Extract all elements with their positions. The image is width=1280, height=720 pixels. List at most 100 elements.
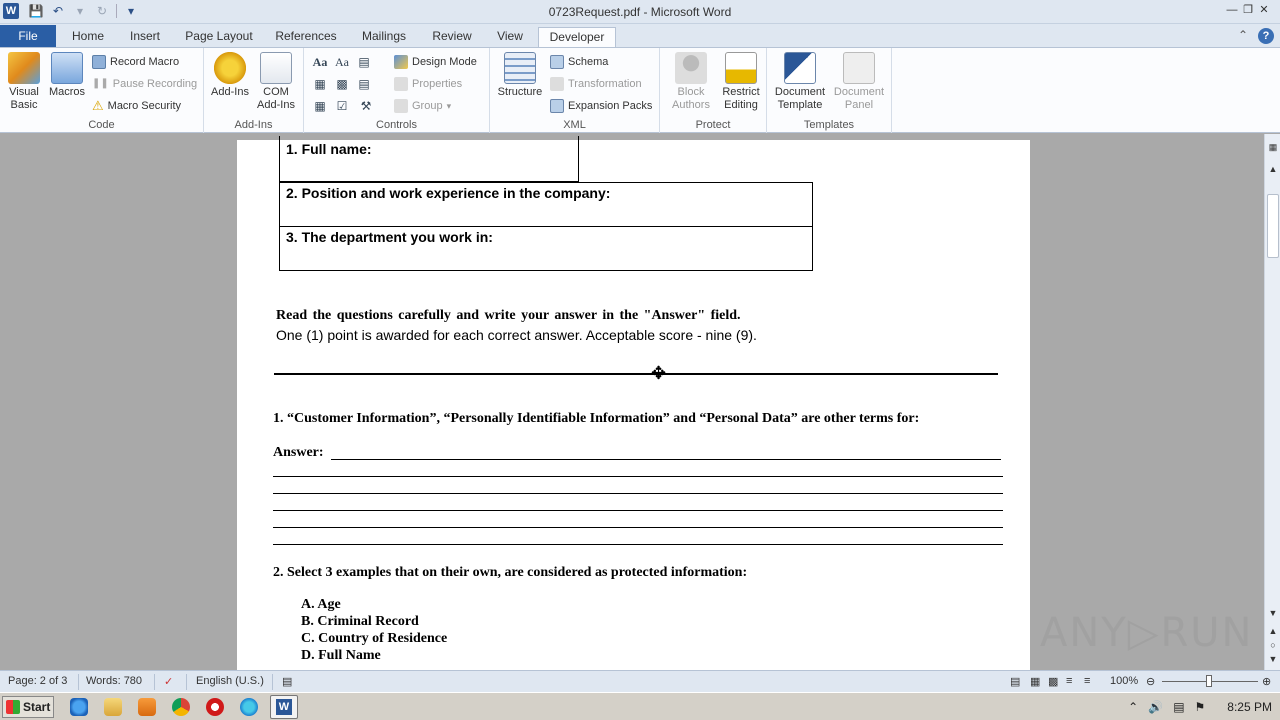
- tab-review[interactable]: Review: [424, 27, 480, 48]
- show-hidden-icons-icon[interactable]: ⌃: [1128, 700, 1138, 714]
- zoom-slider-thumb[interactable]: [1206, 675, 1212, 687]
- answer-line[interactable]: [273, 476, 1003, 477]
- next-page-icon[interactable]: ▼: [1265, 654, 1280, 664]
- internet-explorer-icon[interactable]: [70, 698, 88, 716]
- block-authors-label: Block Authors: [672, 86, 710, 111]
- pause-recording-button[interactable]: ❚❚ Pause Recording: [92, 76, 197, 92]
- draft-icon[interactable]: ≡: [1084, 675, 1090, 687]
- answer-line[interactable]: [331, 459, 1001, 460]
- word-count[interactable]: Words: 780: [86, 675, 142, 687]
- ruler-toggle-icon[interactable]: ▦: [1265, 142, 1280, 153]
- word-taskbar-button[interactable]: W: [270, 695, 298, 719]
- picture-control-icon[interactable]: ▤: [356, 54, 372, 70]
- page-count[interactable]: Page: 2 of 3: [8, 675, 67, 687]
- schema-button[interactable]: Schema: [550, 54, 608, 70]
- option-item[interactable]: A. Age: [301, 597, 341, 613]
- checkbox-control-icon[interactable]: ☑: [334, 98, 350, 114]
- close-icon[interactable]: ✕: [1256, 2, 1272, 18]
- word-logo-icon[interactable]: W: [3, 3, 19, 19]
- answer-line[interactable]: [273, 493, 1003, 494]
- document-area[interactable]: 1. Full name: 2. Position and work exper…: [0, 134, 1264, 670]
- full-screen-reading-icon[interactable]: ▦: [1030, 675, 1040, 688]
- tab-developer[interactable]: Developer: [538, 27, 616, 48]
- transformation-button[interactable]: Transformation: [550, 76, 642, 92]
- divider: [272, 674, 273, 690]
- properties-button[interactable]: Properties: [394, 76, 462, 92]
- undo-dropdown-icon[interactable]: ▾: [72, 3, 88, 19]
- edge-icon[interactable]: [240, 698, 258, 716]
- media-player-icon[interactable]: [138, 698, 156, 716]
- vertical-scrollbar[interactable]: ▦ ▲ ▼ ▲ ○ ▼: [1264, 134, 1280, 670]
- network-icon[interactable]: ▤: [1173, 700, 1184, 714]
- minimize-icon[interactable]: —: [1224, 2, 1240, 18]
- tab-references[interactable]: References: [268, 27, 344, 48]
- scroll-up-icon[interactable]: ▲: [1265, 164, 1280, 174]
- com-add-ins-button[interactable]: COM Add-Ins: [254, 52, 298, 112]
- tab-file[interactable]: File: [0, 25, 56, 48]
- scrollbar-thumb[interactable]: [1267, 194, 1279, 258]
- tab-home[interactable]: Home: [62, 27, 114, 48]
- proofing-icon[interactable]: ✓: [164, 675, 173, 688]
- save-icon[interactable]: 💾: [28, 3, 44, 19]
- design-mode-button[interactable]: Design Mode: [394, 54, 477, 70]
- rich-text-control-icon[interactable]: Aa: [312, 54, 328, 70]
- lock-icon: [725, 52, 757, 84]
- document-panel-button[interactable]: Document Panel: [831, 52, 887, 112]
- tab-page-layout[interactable]: Page Layout: [178, 27, 260, 48]
- zoom-out-icon[interactable]: ⊖: [1146, 675, 1155, 688]
- volume-icon[interactable]: 🔊: [1148, 700, 1163, 714]
- zoom-in-icon[interactable]: ⊕: [1262, 675, 1271, 688]
- combo-box-control-icon[interactable]: ▩: [334, 76, 350, 92]
- structure-button[interactable]: Structure: [496, 52, 544, 99]
- outline-icon[interactable]: ≡: [1066, 675, 1072, 687]
- block-authors-button[interactable]: Block Authors: [664, 52, 718, 112]
- tab-mailings[interactable]: Mailings: [352, 27, 416, 48]
- option-item[interactable]: C. Country of Residence: [301, 631, 447, 647]
- opera-icon[interactable]: [206, 698, 224, 716]
- option-item[interactable]: B. Criminal Record: [301, 614, 419, 630]
- previous-page-icon[interactable]: ▲: [1265, 626, 1280, 636]
- transformation-icon: [550, 77, 564, 91]
- language-indicator[interactable]: English (U.S.): [196, 675, 264, 687]
- question-1-text: 1. “Customer Information”, “Personally I…: [273, 411, 920, 426]
- restrict-editing-button[interactable]: Restrict Editing: [716, 52, 766, 112]
- restore-icon[interactable]: ❐: [1240, 2, 1256, 18]
- building-block-control-icon[interactable]: ▦: [312, 76, 328, 92]
- answer-line[interactable]: [273, 544, 1003, 545]
- browse-object-icon[interactable]: ○: [1265, 640, 1280, 650]
- web-layout-icon[interactable]: ▩: [1048, 675, 1058, 688]
- add-ins-button[interactable]: Add-Ins: [208, 52, 252, 99]
- macros-button[interactable]: Macros: [46, 52, 88, 99]
- option-item[interactable]: D. Full Name: [301, 648, 381, 664]
- zoom-level[interactable]: 100%: [1110, 675, 1138, 687]
- clock[interactable]: 8:25 PM: [1227, 700, 1272, 714]
- minimize-ribbon-icon[interactable]: ⌃: [1238, 28, 1248, 44]
- record-macro-button[interactable]: Record Macro: [92, 54, 179, 70]
- start-button[interactable]: Start: [2, 696, 54, 718]
- customize-qat-icon[interactable]: ▾: [123, 3, 139, 19]
- redo-icon[interactable]: ↻: [94, 3, 110, 19]
- document-page[interactable]: 1. Full name: 2. Position and work exper…: [237, 136, 1030, 670]
- help-icon[interactable]: ?: [1258, 28, 1274, 44]
- pause-icon: ❚❚: [92, 78, 109, 89]
- dropdown-list-control-icon[interactable]: ▤: [356, 76, 372, 92]
- expansion-packs-button[interactable]: Expansion Packs: [550, 98, 652, 114]
- undo-icon[interactable]: ↶: [50, 3, 66, 19]
- plain-text-control-icon[interactable]: Aa: [334, 54, 350, 70]
- tab-insert[interactable]: Insert: [120, 27, 170, 48]
- group-button[interactable]: Group ▾: [394, 98, 451, 114]
- document-template-button[interactable]: Document Template: [771, 52, 829, 112]
- action-center-icon[interactable]: ⚑: [1195, 700, 1206, 714]
- visual-basic-button[interactable]: Visual Basic: [4, 52, 44, 112]
- legacy-tools-icon[interactable]: ⚒: [358, 98, 374, 114]
- macro-recording-icon[interactable]: ▤: [282, 675, 292, 688]
- chrome-icon[interactable]: [172, 698, 190, 716]
- macro-security-button[interactable]: ⚠ Macro Security: [92, 98, 181, 114]
- print-layout-icon[interactable]: ▤: [1010, 675, 1020, 688]
- tab-view[interactable]: View: [488, 27, 532, 48]
- scroll-down-icon[interactable]: ▼: [1265, 608, 1280, 618]
- answer-line[interactable]: [273, 510, 1003, 511]
- date-picker-control-icon[interactable]: ▦: [312, 98, 328, 114]
- answer-line[interactable]: [273, 527, 1003, 528]
- file-explorer-icon[interactable]: [104, 698, 122, 716]
